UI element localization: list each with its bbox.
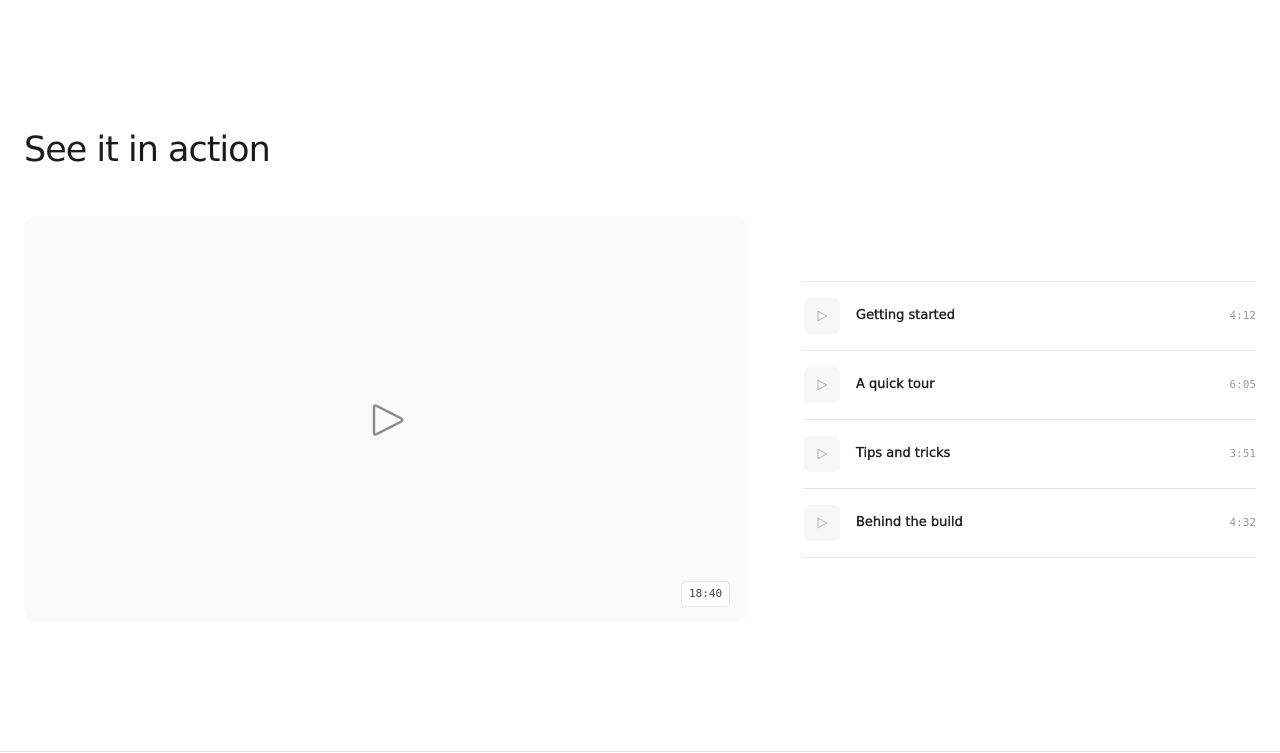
page: See it in action 18:40 Getting started 4… xyxy=(0,0,1280,753)
playlist-item-title: A quick tour xyxy=(856,377,935,392)
playlist-item-duration: 3:51 xyxy=(1229,447,1257,460)
play-icon[interactable] xyxy=(370,402,406,438)
video-playlist: Getting started 4:12 A quick tour 6:05 T… xyxy=(803,281,1256,558)
playlist-item-duration: 4:12 xyxy=(1229,309,1257,322)
playlist-item-duration: 6:05 xyxy=(1229,378,1257,391)
play-icon xyxy=(817,517,828,529)
playlist-item-title: Getting started xyxy=(856,308,956,323)
play-icon xyxy=(817,310,828,322)
playlist-thumbnail[interactable] xyxy=(804,436,840,472)
playlist-item[interactable]: Tips and tricks 3:51 xyxy=(803,420,1256,489)
playlist-item-title: Behind the build xyxy=(856,515,963,530)
playlist-item[interactable]: A quick tour 6:05 xyxy=(803,351,1256,420)
video-duration-badge: 18:40 xyxy=(681,581,731,607)
play-icon xyxy=(817,448,828,460)
section-title: See it in action xyxy=(24,130,271,170)
playlist-thumbnail[interactable] xyxy=(804,298,840,334)
playlist-item[interactable]: Getting started 4:12 xyxy=(803,282,1256,351)
playlist-item-title: Tips and tricks xyxy=(856,446,951,461)
play-icon xyxy=(817,379,828,391)
playlist-thumbnail[interactable] xyxy=(804,505,840,541)
playlist-thumbnail[interactable] xyxy=(804,367,840,403)
playlist-item-duration: 4:32 xyxy=(1229,516,1257,529)
bottom-divider xyxy=(0,751,1280,752)
playlist-item[interactable]: Behind the build 4:32 xyxy=(803,489,1256,558)
